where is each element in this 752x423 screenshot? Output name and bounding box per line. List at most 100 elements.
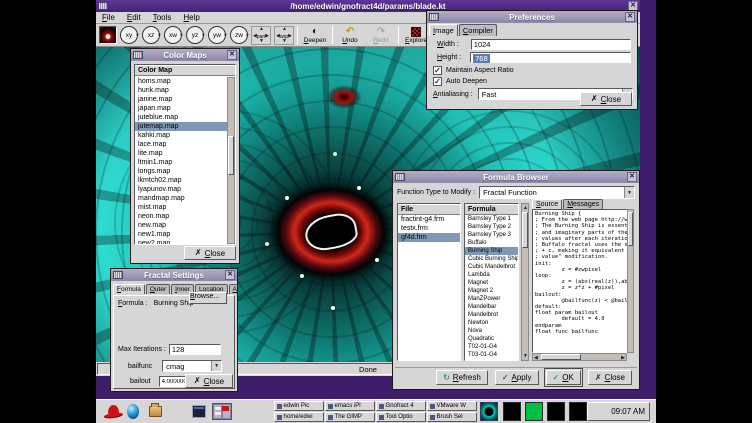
close-icon[interactable]: ✕ bbox=[625, 12, 635, 22]
file-item[interactable]: fractint-g4.frm bbox=[398, 215, 460, 224]
redo-button[interactable]: ↷ Redo bbox=[367, 24, 395, 46]
tab[interactable]: Source bbox=[532, 199, 562, 209]
formula-item[interactable]: ManZPower bbox=[465, 295, 518, 303]
colormap-scrollbar[interactable] bbox=[227, 77, 235, 244]
workspace-cell[interactable] bbox=[213, 404, 222, 419]
close-icon[interactable]: ✕ bbox=[227, 50, 237, 60]
maintain-aspect-checkbox[interactable]: ✓ bbox=[433, 66, 442, 75]
menu-item[interactable]: Help bbox=[183, 13, 199, 22]
formula-scrollbar[interactable]: ▲ ▼ bbox=[521, 203, 529, 361]
dialog-titlebar[interactable]: Color Maps ✕ bbox=[131, 49, 239, 61]
bailfunc-select[interactable]: cmag ▼ bbox=[162, 360, 222, 372]
formula-item[interactable]: Magnet 2 bbox=[465, 287, 518, 295]
task-button[interactable]: VMware W bbox=[427, 401, 477, 411]
workspace-pager[interactable] bbox=[212, 403, 232, 420]
deepen-button[interactable]: ◐ Deepen bbox=[301, 24, 329, 46]
workspace-cell-active[interactable] bbox=[222, 404, 231, 419]
window-menu-icon[interactable] bbox=[395, 173, 405, 181]
colormap-item[interactable]: jutemap.map bbox=[135, 122, 227, 131]
colormap-column-header[interactable]: Color Map bbox=[135, 65, 235, 76]
task-button[interactable]: Gnofract 4 bbox=[376, 401, 426, 411]
tab[interactable]: Compiler bbox=[459, 24, 497, 36]
tab[interactable]: Image bbox=[429, 24, 458, 36]
window-menu-icon[interactable] bbox=[133, 51, 143, 59]
file-manager-launcher[interactable] bbox=[149, 406, 162, 417]
rotate-button[interactable]: xw bbox=[164, 26, 182, 44]
max-iterations-input[interactable] bbox=[169, 344, 221, 355]
menu-item[interactable]: Edit bbox=[127, 13, 141, 22]
window-menu-icon[interactable] bbox=[429, 13, 439, 21]
colormap-item[interactable]: new2.map bbox=[135, 239, 227, 245]
formula-item[interactable]: Cubic Burning Ship bbox=[465, 255, 518, 263]
colormap-item[interactable]: ltmin1.map bbox=[135, 158, 227, 167]
tab[interactable]: Formula bbox=[113, 284, 145, 294]
gnofract-fractal-icon[interactable] bbox=[480, 402, 498, 421]
web-browser-launcher[interactable] bbox=[127, 404, 139, 419]
close-icon[interactable]: ✕ bbox=[225, 270, 235, 280]
rotate-button[interactable]: yw bbox=[208, 26, 226, 44]
close-button[interactable]: ✗ Close bbox=[184, 246, 236, 260]
file-item[interactable]: gf4d.frm bbox=[398, 233, 460, 242]
task-button[interactable]: The GIMP bbox=[325, 412, 375, 422]
auto-deepen-checkbox[interactable]: ✓ bbox=[433, 77, 442, 86]
colormap-item[interactable]: janine.map bbox=[135, 95, 227, 104]
formula-item[interactable]: Mandelbrot bbox=[465, 311, 518, 319]
browse-button[interactable]: Browse... bbox=[189, 292, 227, 304]
formula-item[interactable]: Newton bbox=[465, 319, 518, 327]
colormap-item[interactable]: hunk.map bbox=[135, 86, 227, 95]
warp-control[interactable]: ▲ ▼ ◀ ▶ wrp bbox=[274, 26, 294, 45]
task-button[interactable]: edwin Pic bbox=[274, 401, 324, 411]
colormap-item[interactable]: mandmap.map bbox=[135, 194, 227, 203]
file-column-header[interactable]: File bbox=[398, 204, 460, 215]
formula-item[interactable]: Magnet bbox=[465, 279, 518, 287]
formula-item[interactable]: Barnsley Type 2 bbox=[465, 223, 518, 231]
window-menu-icon[interactable] bbox=[113, 271, 123, 279]
colormap-item[interactable]: kahki.map bbox=[135, 131, 227, 140]
main-menu-button[interactable] bbox=[104, 405, 120, 419]
tab[interactable]: Angles bbox=[229, 284, 237, 294]
colormap-item[interactable]: longs.map bbox=[135, 167, 227, 176]
rotate-button[interactable]: xz bbox=[142, 26, 160, 44]
color-swatch-window[interactable] bbox=[547, 402, 565, 421]
colormap-item[interactable]: lkmtch02.map bbox=[135, 176, 227, 185]
task-button[interactable]: emacs iPl bbox=[325, 401, 375, 411]
colormap-item[interactable]: lyapunov.map bbox=[135, 185, 227, 194]
tab[interactable]: Messages bbox=[563, 199, 603, 209]
rotate-button[interactable]: yz bbox=[186, 26, 204, 44]
formula-item[interactable]: T03-01-G4 bbox=[465, 351, 518, 359]
colormap-item[interactable]: mist.map bbox=[135, 203, 227, 212]
task-button[interactable]: Tool Optio bbox=[376, 412, 426, 422]
window-menu-icon[interactable] bbox=[98, 2, 108, 10]
color-preview-swatch[interactable] bbox=[99, 26, 117, 44]
formula-item[interactable]: Mandelbar bbox=[465, 303, 518, 311]
color-swatch-window[interactable] bbox=[503, 402, 521, 421]
formula-item[interactable]: Burning Ship bbox=[465, 247, 518, 255]
width-input[interactable] bbox=[471, 39, 631, 50]
dialog-titlebar[interactable]: Fractal Settings ✕ bbox=[111, 269, 237, 281]
formula-item[interactable]: Cubic Mandelbrot bbox=[465, 263, 518, 271]
colormap-item[interactable]: japan.map bbox=[135, 104, 227, 113]
ok-button[interactable]: ✓ OK bbox=[546, 370, 581, 385]
color-swatch-window[interactable] bbox=[525, 402, 543, 421]
source-vscrollbar[interactable] bbox=[627, 209, 634, 353]
undo-button[interactable]: ↶ Undo bbox=[336, 24, 364, 46]
refresh-button[interactable]: ↻ Refresh bbox=[436, 370, 488, 385]
close-icon[interactable]: ✕ bbox=[627, 172, 637, 182]
menu-item[interactable]: File bbox=[102, 13, 115, 22]
rotate-button[interactable]: xy bbox=[120, 26, 138, 44]
source-code[interactable]: Burning Ship {; From the web page http:/… bbox=[532, 209, 634, 353]
formula-item[interactable]: Barnsley Type 1 bbox=[465, 215, 518, 223]
color-swatch-window[interactable] bbox=[569, 402, 587, 421]
colormap-item[interactable]: homs.map bbox=[135, 77, 227, 86]
close-button[interactable]: ✗ Close bbox=[580, 92, 632, 106]
task-button[interactable]: Brush Sel bbox=[427, 412, 477, 422]
formula-item[interactable]: Nova bbox=[465, 327, 518, 335]
close-button[interactable]: ✗ Close bbox=[185, 374, 233, 388]
colormap-item[interactable]: new.map bbox=[135, 221, 227, 230]
formula-item[interactable]: Lambda bbox=[465, 271, 518, 279]
colormap-item[interactable]: lace.map bbox=[135, 140, 227, 149]
pan-control[interactable]: ▲ ▼ ◀ ▶ pan bbox=[251, 26, 271, 45]
terminal-launcher[interactable] bbox=[192, 405, 205, 418]
formula-column-header[interactable]: Formula bbox=[465, 204, 518, 215]
close-button[interactable]: ✗ Close bbox=[588, 370, 632, 385]
